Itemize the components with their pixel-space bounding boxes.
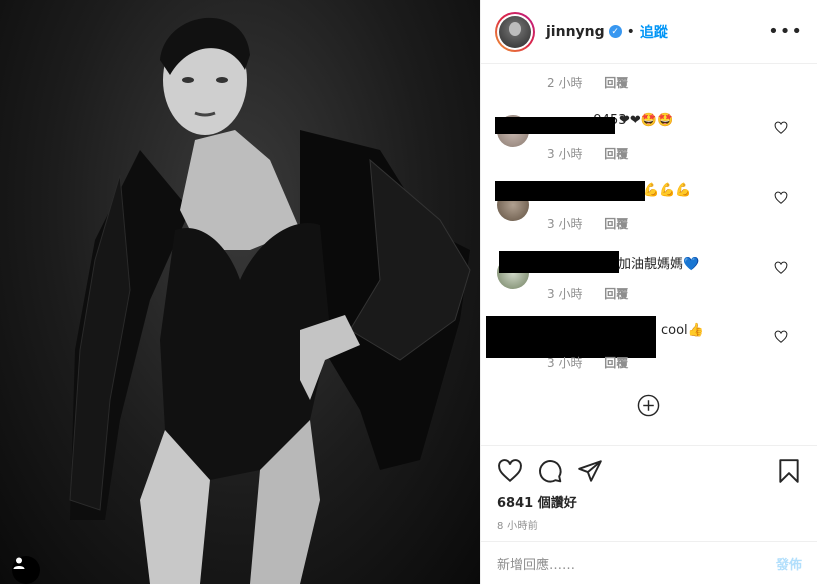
- comment-time: 3 小時: [547, 356, 583, 370]
- comment-time: 3 小時: [547, 287, 583, 301]
- comment-text: 💪💪💪: [643, 183, 692, 198]
- like-count[interactable]: 6841 個讚好: [497, 492, 577, 511]
- redaction-block: [486, 316, 656, 358]
- comment-meta: 3 小時 回覆: [547, 285, 646, 302]
- comment-time: 2 小時: [547, 76, 583, 90]
- share-icon[interactable]: [577, 458, 603, 484]
- like-comment-heart-icon[interactable]: [774, 191, 788, 205]
- like-comment-heart-icon[interactable]: [774, 121, 788, 135]
- comment-item: 加油靚媽媽💙 3 小時 回覆: [481, 251, 817, 311]
- comment-meta: 2 小時 回覆: [547, 74, 646, 91]
- user-tag-icon: [13, 557, 25, 569]
- post-header: jinnyng ✓ • 追蹤 •••: [481, 0, 817, 64]
- comment-meta: 3 小時 回覆: [547, 145, 646, 162]
- reply-button[interactable]: 回覆: [604, 76, 628, 90]
- comment-meta: 3 小時 回覆: [547, 354, 646, 371]
- comment-time: 3 小時: [547, 217, 583, 231]
- comment-item: 💪💪💪 3 小時 回覆: [481, 181, 817, 241]
- separator-dot: •: [626, 23, 635, 40]
- author-username[interactable]: jinnyng: [546, 24, 605, 40]
- reply-button[interactable]: 回覆: [604, 217, 628, 231]
- redaction-block: [499, 251, 619, 273]
- reply-button[interactable]: 回覆: [604, 356, 628, 370]
- post-comment-button[interactable]: 發佈: [776, 554, 802, 573]
- more-options-icon[interactable]: •••: [768, 21, 803, 42]
- add-comment-bar: 新增回應…… 發佈: [481, 541, 817, 584]
- comment-item: ...9453 ❤❤🤩🤩 3 小時 回覆: [481, 111, 817, 171]
- comment-list: 2 小時 回覆 ...9453 ❤❤🤩🤩 3 小時 回覆 💪💪💪 3 小時: [481, 65, 817, 445]
- comment-meta: 3 小時 回覆: [547, 215, 646, 232]
- comment-text: cool👍: [661, 323, 704, 338]
- comment-text: ❤❤🤩🤩: [619, 113, 674, 128]
- redaction-block: [495, 181, 645, 201]
- comment-icon[interactable]: [537, 458, 563, 484]
- like-comment-heart-icon[interactable]: [774, 330, 788, 344]
- load-more-comments-icon[interactable]: [637, 394, 660, 417]
- post-actions: 6841 個讚好 8 小時前: [481, 445, 817, 541]
- verified-badge-icon: ✓: [608, 25, 622, 38]
- reply-button[interactable]: 回覆: [604, 287, 628, 301]
- redaction-block: [495, 117, 615, 134]
- comment-item: cool👍 3 小時 回覆: [481, 316, 817, 376]
- heart-icon[interactable]: [497, 458, 523, 484]
- comment-input[interactable]: 新增回應……: [497, 554, 575, 573]
- author-avatar[interactable]: [495, 11, 535, 52]
- user-tag-button[interactable]: [12, 556, 40, 584]
- post-time[interactable]: 8 小時前: [497, 517, 538, 532]
- like-comment-heart-icon[interactable]: [774, 261, 788, 275]
- comment-text: 加油靚媽媽💙: [618, 257, 700, 272]
- post-panel: jinnyng ✓ • 追蹤 ••• 2 小時 回覆 ...9453 ❤❤🤩🤩 …: [480, 0, 817, 584]
- post-photo[interactable]: [0, 0, 480, 584]
- comment-time: 3 小時: [547, 147, 583, 161]
- photo-illustration: [69, 17, 471, 584]
- bookmark-icon[interactable]: [776, 458, 802, 484]
- follow-button[interactable]: 追蹤: [640, 22, 668, 42]
- reply-button[interactable]: 回覆: [604, 147, 628, 161]
